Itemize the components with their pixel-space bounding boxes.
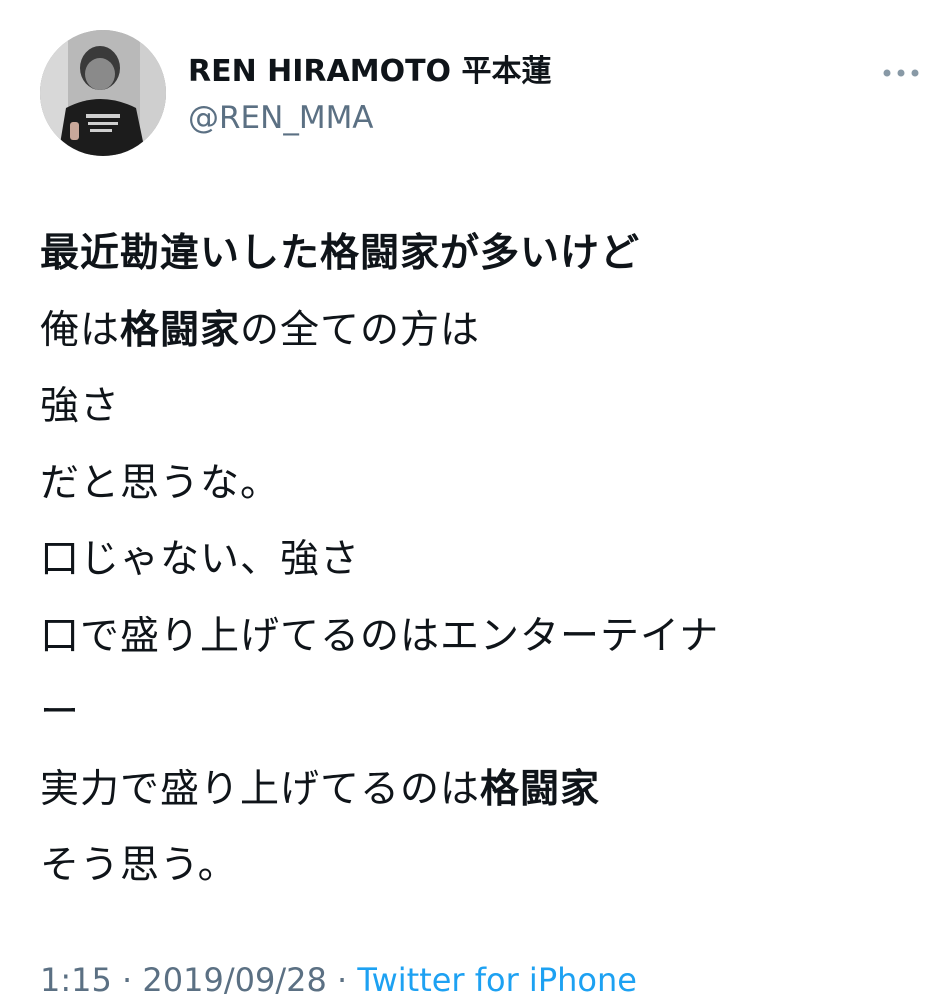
tweet-date[interactable]: 2019/09/28 [142, 961, 326, 999]
tweet-text-line: 俺は格闘家の全ての方は [40, 293, 920, 370]
text-segment: の全ての方は [240, 307, 481, 353]
text-segment: 口じゃない、強さ [40, 537, 361, 582]
author-display-name[interactable]: REN HIRAMOTO 平本蓮 [188, 50, 552, 94]
tweet-time[interactable]: 1:15 [40, 961, 112, 999]
meta-separator: · [326, 961, 358, 999]
tweet-text-line: 実力で盛り上げてるのは格闘家 [40, 752, 920, 829]
text-segment: 実力で盛り上げてるのは [40, 766, 481, 812]
tweet-text-line: 強さ [40, 369, 920, 446]
bold-text-segment: 格闘家 [120, 307, 241, 353]
text-segment: ー [40, 690, 81, 735]
meta-separator: · [111, 961, 143, 999]
tweet-source-link[interactable]: Twitter for iPhone [357, 961, 637, 999]
author-handle[interactable]: @REN_MMA [188, 96, 374, 140]
more-horizontal-icon [883, 69, 919, 77]
tweet-text-line: ー [40, 675, 920, 752]
text-segment: そう思う。 [40, 843, 238, 888]
tweet-text-line: 口じゃない、強さ [40, 522, 920, 599]
text-segment: だと思うな。 [40, 460, 281, 506]
avatar[interactable] [40, 30, 166, 156]
tweet-card: REN HIRAMOTO 平本蓮 @REN_MMA 最近勘違いした格闘家が多いけ… [0, 0, 946, 1007]
text-segment: 口で盛り上げてるのはエンターテイナ [40, 613, 720, 659]
tweet-text-line: 最近勘違いした格闘家が多いけど [40, 216, 920, 293]
tweet-meta: 1:15 · 2019/09/28 · Twitter for iPhone [40, 958, 637, 1002]
tweet-text: 最近勘違いした格闘家が多いけど 俺は格闘家の全ての方は 強さ だと思うな。 口じゃない、… [40, 216, 920, 905]
profile-photo-icon [40, 30, 166, 156]
tweet-text-line: だと思うな。 [40, 446, 920, 523]
text-segment: 俺は [40, 307, 121, 353]
text-segment: 強さ [40, 384, 121, 429]
bold-text-segment: 最近勘違いした格闘家が多いけど [40, 231, 641, 276]
tweet-text-line: そう思う。 [40, 828, 920, 905]
tweet-text-line: 口で盛り上げてるのはエンターテイナ [40, 599, 920, 676]
bold-text-segment: 格闘家 [480, 766, 601, 812]
more-options-button[interactable] [876, 56, 926, 90]
